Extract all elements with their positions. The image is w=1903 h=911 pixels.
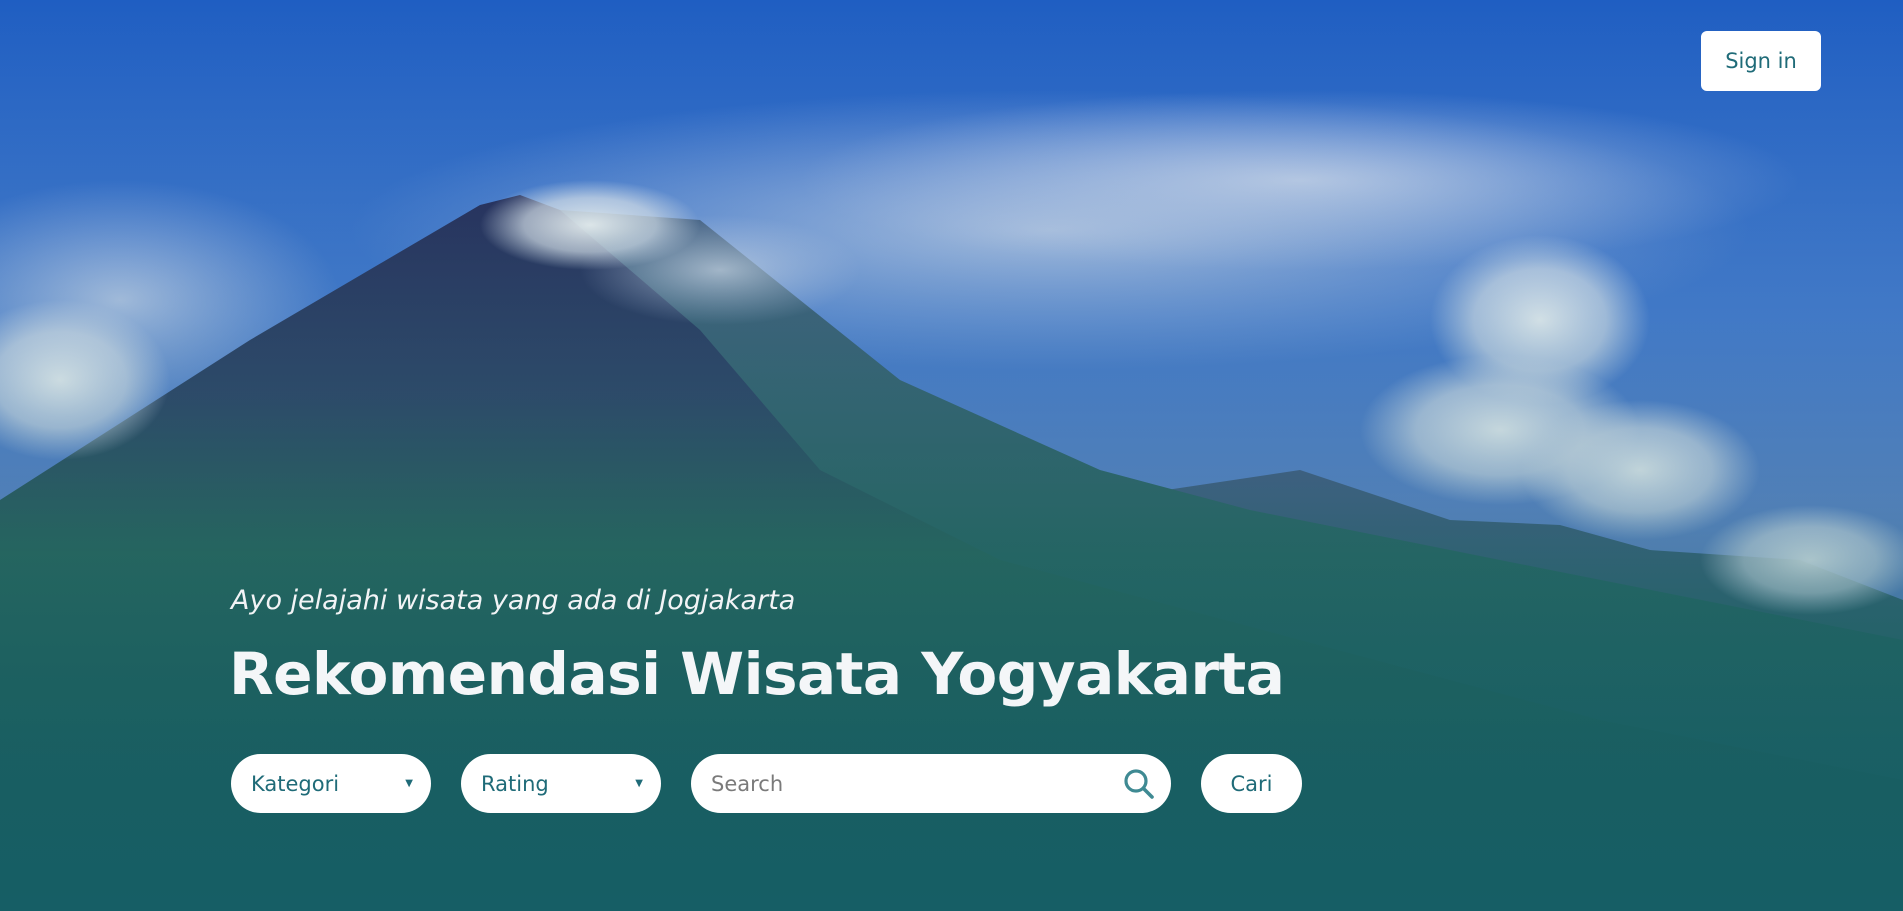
rating-dropdown-label: Rating: [481, 771, 549, 796]
search-icon[interactable]: [1123, 768, 1155, 800]
category-dropdown[interactable]: Kategori ▼: [231, 754, 431, 813]
search-input[interactable]: [711, 771, 1091, 796]
chevron-down-icon: ▼: [635, 778, 643, 789]
hero-tagline: Ayo jelajahi wisata yang ada di Jogjakar…: [231, 585, 796, 616]
page-title: Rekomendasi Wisata Yogyakarta: [229, 640, 1285, 708]
sign-in-button[interactable]: Sign in: [1701, 31, 1821, 91]
rating-dropdown[interactable]: Rating ▼: [461, 754, 661, 813]
category-dropdown-label: Kategori: [251, 771, 340, 796]
search-box[interactable]: [691, 754, 1171, 813]
chevron-down-icon: ▼: [405, 778, 413, 789]
search-submit-button[interactable]: Cari: [1201, 754, 1302, 813]
hero-section: Sign in Ayo jelajahi wisata yang ada di …: [0, 0, 1903, 911]
search-submit-label: Cari: [1230, 771, 1273, 796]
